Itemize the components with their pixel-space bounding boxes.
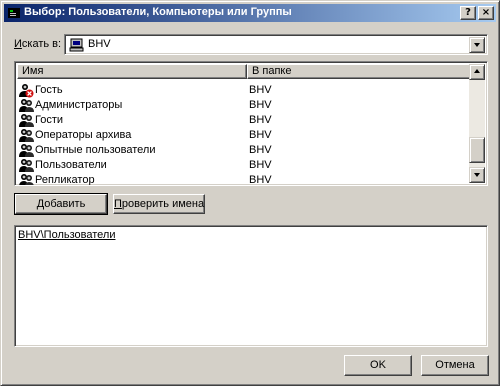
lookin-dropdown-button[interactable] — [469, 37, 485, 53]
arrow-down-icon — [474, 173, 480, 177]
add-button[interactable]: Добавить — [14, 193, 108, 215]
list-item-folder: BHV — [249, 159, 272, 171]
lookin-combobox[interactable]: BHV — [64, 34, 488, 55]
lookin-label: Искать в: — [14, 38, 62, 50]
column-header-folder[interactable]: В папке — [247, 64, 471, 79]
lookin-value: BHV — [88, 38, 111, 50]
list-item[interactable]: Администраторы BHV — [17, 98, 471, 113]
list-item[interactable]: Гость BHV — [17, 83, 471, 98]
window-title: Выбор: Пользователи, Компьютеры или Груп… — [24, 6, 292, 18]
list-item-name: Гости — [35, 114, 64, 126]
list-item-name: Пользователи — [35, 159, 107, 171]
title-bar[interactable]: Выбор: Пользователи, Компьютеры или Груп… — [4, 4, 496, 22]
ok-button[interactable]: OK — [344, 355, 412, 376]
objects-list[interactable]: Имя В папке Гость BHV Администраторы BHV Гос… — [14, 61, 488, 186]
selected-names-field[interactable]: BHV\Пользователи — [14, 225, 488, 347]
list-item-name: Гость — [35, 84, 63, 96]
list-item-name: Администраторы — [35, 99, 123, 111]
list-item-folder: BHV — [249, 129, 272, 141]
list-item-name: Репликатор — [35, 174, 95, 186]
dialog-window: Выбор: Пользователи, Компьютеры или Груп… — [0, 0, 500, 386]
column-header-name[interactable]: Имя — [17, 64, 247, 79]
list-item-folder: BHV — [249, 114, 272, 126]
list-item[interactable]: Операторы архива BHV — [17, 128, 471, 143]
group-icon — [19, 158, 34, 173]
group-icon — [19, 143, 34, 158]
scroll-up-button[interactable] — [469, 64, 485, 80]
selected-name-entry[interactable]: BHV\Пользователи — [18, 229, 115, 241]
scroll-down-button[interactable] — [469, 167, 485, 183]
group-icon — [19, 98, 34, 113]
cancel-button[interactable]: Отмена — [421, 355, 489, 376]
list-item-name: Операторы архива — [35, 129, 132, 141]
disabled-user-icon — [19, 83, 34, 98]
scroll-thumb[interactable] — [469, 137, 485, 163]
check-names-button[interactable]: Проверить имена — [113, 194, 205, 214]
group-icon — [19, 128, 34, 143]
list-item[interactable]: Опытные пользователи BHV — [17, 143, 471, 158]
list-item-name: Опытные пользователи — [35, 144, 156, 156]
group-icon — [19, 173, 34, 185]
arrow-up-icon — [474, 69, 480, 73]
list-item-folder: BHV — [249, 144, 272, 156]
computer-icon — [69, 38, 84, 52]
help-button[interactable]: ? — [460, 6, 476, 20]
list-item-folder: BHV — [249, 84, 272, 96]
users-window-icon — [8, 8, 20, 18]
group-icon — [19, 113, 34, 128]
list-vertical-scrollbar[interactable] — [469, 64, 485, 183]
list-item[interactable]: Гости BHV — [17, 113, 471, 128]
list-item[interactable]: Репликатор BHV — [17, 173, 471, 186]
list-item-folder: BHV — [249, 174, 272, 186]
list-item[interactable]: Пользователи BHV — [17, 158, 471, 173]
chevron-down-icon — [474, 43, 480, 47]
list-item-folder: BHV — [249, 99, 272, 111]
close-button[interactable]: × — [478, 6, 494, 20]
